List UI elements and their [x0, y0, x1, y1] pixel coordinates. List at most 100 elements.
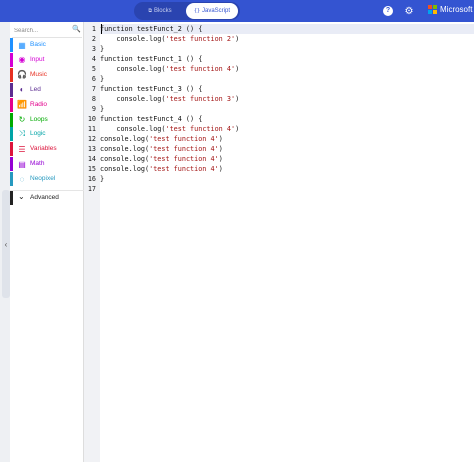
tab-blocks[interactable]: ⧉ Blocks — [134, 2, 186, 20]
calculator-icon: ▤ — [18, 159, 26, 169]
line-number: 15 — [87, 165, 96, 173]
brand-label: Microsoft — [440, 5, 473, 14]
code-line[interactable]: } — [100, 174, 104, 184]
shuffle-icon: ⤨ — [18, 129, 26, 139]
code-text: ) — [235, 35, 240, 43]
string-literal: 'test function 4' — [149, 155, 219, 163]
string-literal: 'test function 4' — [149, 135, 219, 143]
string-literal: 'test function 2' — [165, 35, 236, 43]
collapse-toolbox-button[interactable]: ‹ — [2, 190, 10, 298]
line-number: 12 — [87, 135, 96, 143]
code-text: } — [100, 175, 105, 183]
line-number: 9 — [91, 105, 96, 113]
category-color-bar — [10, 142, 13, 157]
chevron-left-icon: ‹ — [4, 239, 8, 249]
code-line[interactable]: function testFunct_4 () { — [100, 114, 202, 124]
category-label: Math — [30, 160, 45, 168]
code-line[interactable]: function testFunct_1 () { — [100, 54, 202, 64]
tab-javascript[interactable]: {} JavaScript — [186, 3, 238, 19]
tab-javascript-label: JavaScript — [202, 8, 231, 14]
code-line[interactable]: } — [100, 104, 104, 114]
category-radio[interactable]: 📶 Radio — [10, 97, 84, 112]
code-editor[interactable]: 1 2 3 4 5 6 7 8 9 10 11 12 13 14 15 16 17 function testF… — [84, 22, 474, 462]
microsoft-brand[interactable]: Microsoft — [428, 5, 472, 14]
code-brackets-icon: {} — [193, 8, 200, 14]
category-color-bar — [10, 52, 13, 67]
code-line[interactable]: console.log('test function 2') — [100, 34, 239, 44]
category-loops[interactable]: ↻ Loops — [10, 112, 84, 127]
code-line[interactable]: console.log('test function 4') — [100, 134, 223, 144]
grid-icon: ▦ — [18, 40, 26, 50]
category-label: Led — [30, 85, 41, 93]
editor-toggle: ⧉ Blocks {} JavaScript — [134, 2, 240, 20]
code-text: ) — [235, 65, 240, 73]
toggle-icon: ◐ — [19, 85, 25, 95]
line-number: 14 — [87, 155, 96, 163]
string-literal: 'test function 3' — [165, 95, 236, 103]
code-line[interactable]: } — [100, 44, 104, 54]
refresh-icon: ↻ — [18, 115, 26, 124]
tab-blocks-label: Blocks — [153, 8, 172, 14]
code-line[interactable]: function testFunct_2 () { — [100, 24, 202, 34]
code-line[interactable]: console.log('test function 4') — [100, 164, 223, 174]
category-color-bar — [10, 82, 13, 97]
top-bar: ⧉ Blocks {} JavaScript ? ⚙ Microsoft — [0, 0, 474, 22]
code-line[interactable]: console.log('test function 4') — [100, 144, 223, 154]
category-label: Input — [30, 55, 45, 63]
gear-icon[interactable]: ⚙ — [402, 4, 416, 18]
ring-icon: ◌ — [19, 174, 25, 184]
category-basic[interactable]: ▦ Basic — [10, 38, 84, 52]
code-line[interactable]: } — [100, 74, 104, 84]
line-number: 13 — [87, 145, 96, 153]
code-text: ) — [218, 135, 223, 143]
category-math[interactable]: ▤ Math — [10, 157, 84, 172]
code-line[interactable]: console.log('test function 4') — [100, 64, 239, 74]
target-icon: ◉ — [18, 55, 26, 65]
microsoft-logo-icon — [428, 5, 437, 14]
code-text: console.log( — [100, 135, 150, 143]
help-icon[interactable]: ? — [381, 4, 395, 18]
line-number: 11 — [87, 125, 96, 133]
category-variables[interactable]: ☰ Variables — [10, 142, 84, 157]
search-icon[interactable]: 🔍 — [72, 25, 81, 33]
category-color-bar — [10, 67, 13, 82]
category-label: Basic — [30, 41, 46, 48]
category-input[interactable]: ◉ Input — [10, 52, 84, 67]
string-literal: 'test function 4' — [165, 65, 236, 73]
search-box: 🔍 — [12, 24, 82, 38]
code-text: ) — [235, 95, 240, 103]
line-number: 16 — [87, 175, 96, 183]
category-logic[interactable]: ⤨ Logic — [10, 127, 84, 142]
code-area[interactable]: function testFunct_2 () { console.log('t… — [100, 22, 474, 462]
line-number: 4 — [91, 55, 96, 63]
category-neopixel[interactable]: ◌ Neopixel — [10, 172, 84, 187]
code-text: function testFunct_3 () { — [100, 85, 203, 93]
code-text: function testFunct_4 () { — [100, 115, 203, 123]
code-text: console.log( — [100, 165, 150, 173]
string-literal: 'test function 4' — [165, 125, 236, 133]
code-text: console.log( — [100, 35, 166, 43]
code-text: ) — [218, 145, 223, 153]
search-input[interactable] — [14, 25, 70, 37]
line-number: 8 — [91, 95, 96, 103]
code-text: } — [100, 75, 105, 83]
category-label: Advanced — [30, 194, 59, 201]
code-text: function testFunct_2 () { — [100, 25, 203, 33]
list-icon: ☰ — [18, 144, 26, 154]
code-line[interactable]: function testFunct_3 () { — [100, 84, 202, 94]
line-number-gutter: 1 2 3 4 5 6 7 8 9 10 11 12 13 14 15 16 17 — [84, 22, 100, 462]
string-literal: 'test function 4' — [149, 165, 219, 173]
code-line[interactable]: console.log('test function 4') — [100, 124, 239, 134]
code-text: function testFunct_1 () { — [100, 55, 203, 63]
category-led[interactable]: ◐ Led — [10, 82, 84, 97]
code-line[interactable]: console.log('test function 4') — [100, 154, 223, 164]
line-number: 1 — [91, 25, 96, 33]
category-advanced[interactable]: ⌄ Advanced — [10, 190, 84, 205]
line-number: 3 — [91, 45, 96, 53]
category-label: Radio — [30, 100, 47, 108]
code-text: console.log( — [100, 145, 150, 153]
chevron-down-icon: ⌄ — [18, 192, 25, 201]
code-text: console.log( — [100, 95, 166, 103]
category-music[interactable]: 🎧 Music — [10, 67, 84, 82]
code-line[interactable]: console.log('test function 3') — [100, 94, 239, 104]
